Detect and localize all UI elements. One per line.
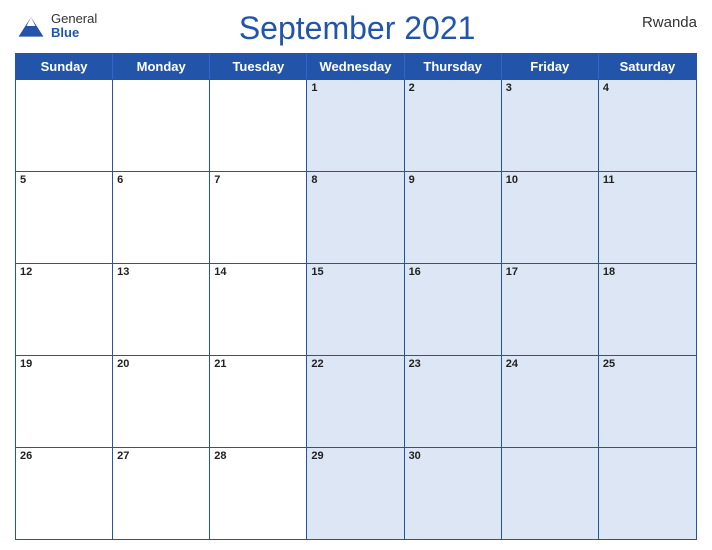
header-wednesday: Wednesday (307, 54, 404, 79)
week-row-1: 1234 (16, 79, 696, 171)
cal-cell-w2-d1: 5 (16, 172, 113, 263)
calendar: Sunday Monday Tuesday Wednesday Thursday… (15, 53, 697, 540)
day-number: 14 (214, 266, 302, 278)
cal-cell-w5-d3: 28 (210, 448, 307, 539)
generalblue-logo-icon (15, 10, 47, 42)
day-number: 22 (311, 358, 399, 370)
cal-cell-w4-d3: 21 (210, 356, 307, 447)
cal-cell-w1-d5: 2 (405, 80, 502, 171)
cal-cell-w3-d5: 16 (405, 264, 502, 355)
cal-cell-w2-d5: 9 (405, 172, 502, 263)
logo-blue-text: Blue (51, 26, 97, 40)
cal-cell-w1-d2 (113, 80, 210, 171)
calendar-header: Sunday Monday Tuesday Wednesday Thursday… (16, 54, 696, 79)
day-number: 20 (117, 358, 205, 370)
day-number: 4 (603, 82, 692, 94)
day-number: 9 (409, 174, 497, 186)
day-number: 6 (117, 174, 205, 186)
cal-cell-w5-d4: 29 (307, 448, 404, 539)
cal-cell-w4-d1: 19 (16, 356, 113, 447)
day-number: 16 (409, 266, 497, 278)
day-number: 2 (409, 82, 497, 94)
cal-cell-w1-d4: 1 (307, 80, 404, 171)
day-number: 29 (311, 450, 399, 462)
day-number: 19 (20, 358, 108, 370)
cal-cell-w2-d7: 11 (599, 172, 696, 263)
day-number: 17 (506, 266, 594, 278)
week-row-4: 19 20 21 22 23 24 25 (16, 355, 696, 447)
cal-cell-w4-d4: 22 (307, 356, 404, 447)
cal-cell-w3-d6: 17 (502, 264, 599, 355)
day-number: 13 (117, 266, 205, 278)
cal-cell-w4-d7: 25 (599, 356, 696, 447)
logo-text: General Blue (51, 12, 97, 41)
cal-cell-w2-d6: 10 (502, 172, 599, 263)
cal-cell-w3-d4: 15 (307, 264, 404, 355)
cal-cell-w3-d1: 12 (16, 264, 113, 355)
day-number: 21 (214, 358, 302, 370)
day-number: 26 (20, 450, 108, 462)
calendar-title: September 2021 (97, 10, 617, 47)
day-number: 24 (506, 358, 594, 370)
day-number: 11 (603, 174, 692, 186)
header-thursday: Thursday (405, 54, 502, 79)
week-row-5: 26 27 28 29 30 (16, 447, 696, 539)
cal-cell-w1-d7: 4 (599, 80, 696, 171)
week-row-3: 12 13 14 15 16 17 18 (16, 263, 696, 355)
country-label: Rwanda (617, 10, 697, 31)
cal-cell-w4-d6: 24 (502, 356, 599, 447)
day-number: 3 (506, 82, 594, 94)
cal-cell-w2-d2: 6 (113, 172, 210, 263)
header-saturday: Saturday (599, 54, 696, 79)
header-sunday: Sunday (16, 54, 113, 79)
cal-cell-w4-d2: 20 (113, 356, 210, 447)
cal-cell-w5-d1: 26 (16, 448, 113, 539)
logo: General Blue (15, 10, 97, 42)
day-number: 25 (603, 358, 692, 370)
header-monday: Monday (113, 54, 210, 79)
logo-general-text: General (51, 12, 97, 26)
day-number: 15 (311, 266, 399, 278)
cal-cell-w3-d3: 14 (210, 264, 307, 355)
cal-cell-w4-d5: 23 (405, 356, 502, 447)
day-number: 7 (214, 174, 302, 186)
day-number: 28 (214, 450, 302, 462)
page: General Blue September 2021 Rwanda Sunda… (0, 0, 712, 550)
cal-cell-w1-d3 (210, 80, 307, 171)
cal-cell-w2-d3: 7 (210, 172, 307, 263)
cal-cell-w3-d2: 13 (113, 264, 210, 355)
header-tuesday: Tuesday (210, 54, 307, 79)
week-row-2: 56789 10 11 (16, 171, 696, 263)
calendar-body: 1234567891011121314151617181920212223242… (16, 79, 696, 539)
day-number: 1 (311, 82, 399, 94)
cal-cell-w5-d7 (599, 448, 696, 539)
cal-cell-w1-d1 (16, 80, 113, 171)
day-number: 8 (311, 174, 399, 186)
day-number: 12 (20, 266, 108, 278)
day-number: 18 (603, 266, 692, 278)
cal-cell-w5-d5: 30 (405, 448, 502, 539)
month-year-heading: September 2021 (97, 10, 617, 47)
day-number: 10 (506, 174, 594, 186)
cal-cell-w2-d4: 8 (307, 172, 404, 263)
header: General Blue September 2021 Rwanda (15, 10, 697, 47)
cal-cell-w1-d6: 3 (502, 80, 599, 171)
day-number: 23 (409, 358, 497, 370)
day-number: 5 (20, 174, 108, 186)
header-friday: Friday (502, 54, 599, 79)
day-number: 30 (409, 450, 497, 462)
cal-cell-w3-d7: 18 (599, 264, 696, 355)
cal-cell-w5-d6 (502, 448, 599, 539)
day-number: 27 (117, 450, 205, 462)
cal-cell-w5-d2: 27 (113, 448, 210, 539)
